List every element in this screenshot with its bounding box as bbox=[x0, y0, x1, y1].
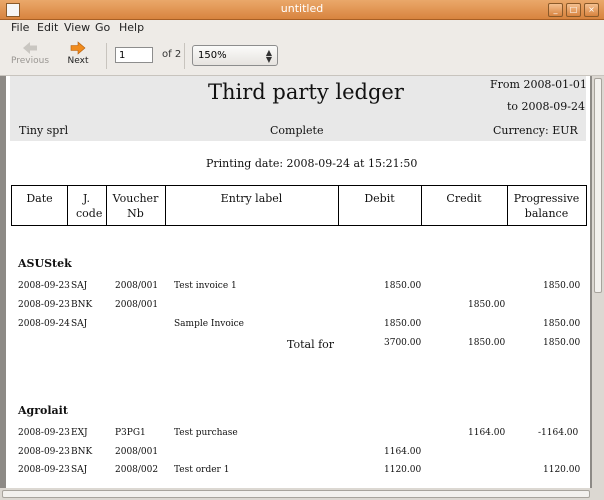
menu-go[interactable]: Go bbox=[95, 21, 110, 34]
resize-grip[interactable] bbox=[592, 488, 604, 500]
zoom-value: 150% bbox=[198, 50, 227, 61]
column-header: Voucher Nb bbox=[106, 186, 166, 225]
window-title: untitled bbox=[280, 2, 324, 15]
printing-date: Printing date: 2008-09-24 at 15:21:50 bbox=[206, 157, 418, 170]
vertical-scrollbar[interactable] bbox=[592, 76, 604, 488]
table-header: Date J. code Voucher Nb Entry label Debi… bbox=[11, 185, 587, 226]
partner-group-name: ASUStek bbox=[18, 257, 72, 270]
menu-help[interactable]: Help bbox=[119, 21, 144, 34]
document-viewport[interactable]: Third party ledger From 2008-01-01 to 20… bbox=[0, 76, 592, 488]
toolbar-separator bbox=[106, 43, 107, 69]
arrow-left-icon bbox=[23, 42, 37, 54]
title-bar: untitled _ □ × bbox=[0, 0, 604, 20]
report-page: Third party ledger From 2008-01-01 to 20… bbox=[6, 76, 590, 488]
report-status: Complete bbox=[270, 124, 324, 137]
horizontal-scrollbar[interactable] bbox=[0, 488, 592, 500]
date-from: From 2008-01-01 bbox=[490, 78, 587, 91]
close-button[interactable]: × bbox=[584, 3, 599, 17]
page-count-label: of 2 bbox=[162, 49, 182, 60]
maximize-button[interactable]: □ bbox=[566, 3, 581, 17]
previous-button[interactable]: Previous bbox=[6, 39, 54, 73]
company-name: Tiny sprl bbox=[19, 124, 69, 137]
horizontal-scroll-thumb[interactable] bbox=[2, 490, 590, 498]
spin-arrows-icon: ▲ ▼ bbox=[265, 48, 272, 64]
currency-label: Currency: EUR bbox=[493, 124, 578, 137]
partner-group-name: Agrolait bbox=[18, 404, 68, 417]
column-header: Date bbox=[12, 186, 68, 225]
column-header: Credit bbox=[421, 186, 508, 225]
report-title: Third party ledger bbox=[208, 80, 404, 104]
column-header: Entry label bbox=[165, 186, 339, 225]
column-header: Progressive balance bbox=[513, 192, 580, 220]
date-to: to 2008-09-24 bbox=[507, 100, 585, 113]
column-header: Debit bbox=[338, 186, 422, 225]
column-header: J. code bbox=[67, 186, 107, 225]
toolbar-separator bbox=[184, 43, 185, 69]
toolbar: Previous Next bbox=[0, 37, 604, 76]
minimize-button[interactable]: _ bbox=[548, 3, 563, 17]
menu-view[interactable]: View bbox=[64, 21, 90, 34]
zoom-select[interactable]: 150% ▲ ▼ bbox=[192, 45, 278, 66]
next-button[interactable]: Next bbox=[54, 39, 102, 73]
page-number-input[interactable]: 1 bbox=[115, 47, 153, 63]
menu-edit[interactable]: Edit bbox=[37, 21, 58, 34]
total-label: Total for bbox=[287, 338, 335, 351]
vertical-scroll-thumb[interactable] bbox=[594, 78, 602, 293]
menu-bar: File Edit View Go Help bbox=[0, 20, 604, 37]
arrow-right-icon bbox=[70, 41, 86, 55]
menu-file[interactable]: File bbox=[11, 21, 29, 34]
